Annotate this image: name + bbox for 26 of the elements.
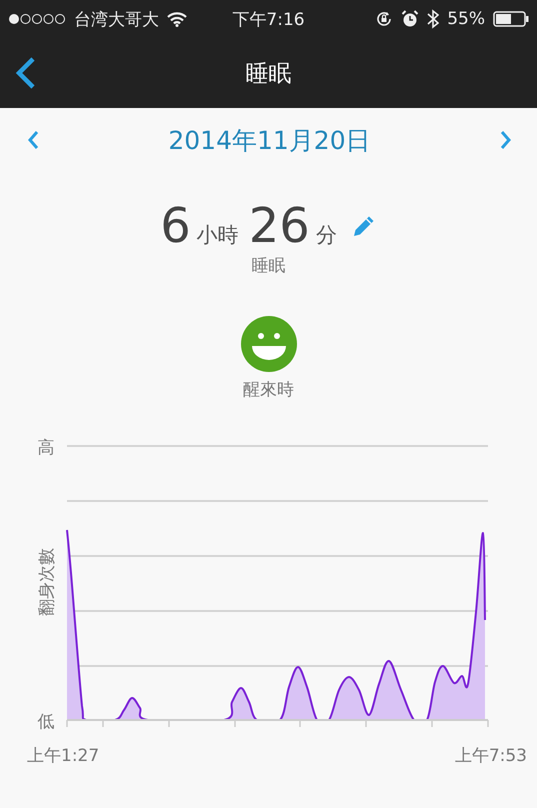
smiley-face-icon: [240, 316, 296, 372]
carrier-name: 台湾大哥大: [74, 8, 159, 30]
wifi-icon: [167, 12, 187, 26]
sleep-label: 睡眠: [252, 255, 286, 277]
screen-title: 睡眠: [246, 60, 292, 88]
minutes-unit: 分: [316, 222, 337, 249]
battery-icon: [493, 11, 529, 27]
axis-low-label: 低: [38, 712, 54, 732]
alarm-icon: [401, 10, 420, 28]
y-axis-title: 翻身次數: [37, 548, 57, 616]
hours-value: 6: [160, 198, 191, 254]
end-time-label: 上午7:53: [454, 746, 527, 766]
left-chevron-icon[interactable]: [26, 129, 40, 151]
right-chevron-icon[interactable]: [499, 129, 513, 151]
date-label: 2014年11月20日: [168, 124, 371, 156]
rotation-lock-icon: [375, 10, 394, 28]
hours-unit: 小時: [196, 222, 239, 249]
mood-label: 醒來時: [243, 379, 294, 401]
minutes-value: 26: [248, 198, 310, 254]
back-icon[interactable]: [15, 56, 37, 90]
start-time-label: 上午1:27: [27, 746, 100, 766]
bluetooth-icon: [427, 9, 440, 29]
signal-icon: [8, 13, 66, 25]
clock-time: 下午7:16: [232, 8, 305, 30]
battery-percent: 55%: [447, 9, 485, 29]
axis-high-label: 高: [38, 438, 54, 458]
